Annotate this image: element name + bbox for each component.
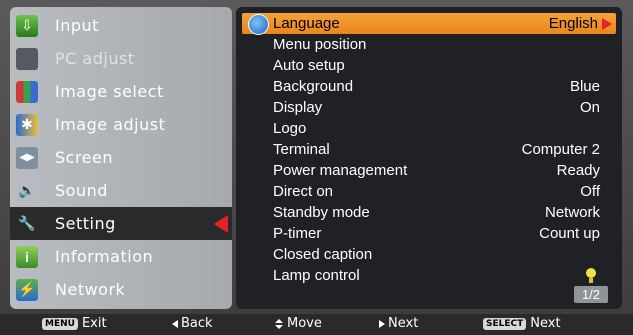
select-next-hint: SELECT Next	[483, 316, 561, 331]
setting-value: On	[579, 99, 600, 116]
menu-item-label: Setting	[55, 214, 116, 233]
setting-row-closed-caption[interactable]: Closed caption	[236, 244, 622, 265]
pc-adjust-icon	[16, 47, 38, 70]
category-menu: ⇩ Input PC adjust Image select ✱ Image a…	[10, 7, 232, 309]
setting-name: Background	[273, 78, 354, 95]
network-icon: ⚡	[16, 278, 38, 301]
back-hint: Back	[172, 316, 213, 331]
setting-name: Standby mode	[273, 204, 370, 221]
settings-panel: Language English Menu position Auto setu…	[236, 7, 622, 309]
setting-row-background[interactable]: Background Blue	[236, 76, 622, 97]
key-guide-bar: MENU Exit Back Move Next SELECT Next	[0, 314, 633, 335]
image-select-icon	[16, 80, 38, 103]
arrow-right-icon	[602, 18, 612, 30]
arrow-right-icon	[379, 319, 385, 328]
setting-value: Network	[544, 204, 600, 221]
menu-item-label: Screen	[55, 148, 114, 167]
setting-row-logo[interactable]: Logo	[236, 118, 622, 139]
setting-name: Lamp control	[273, 267, 360, 284]
menu-item-label: Network	[55, 280, 126, 299]
setting-row-language[interactable]: Language English	[242, 13, 616, 35]
move-label: Move	[287, 316, 322, 331]
setting-value: Off	[580, 183, 600, 200]
setting-row-terminal[interactable]: Terminal Computer 2	[236, 139, 622, 160]
menu-item-information[interactable]: i Information	[10, 240, 232, 273]
menu-item-label: Sound	[55, 181, 108, 200]
setting-row-menu-position[interactable]: Menu position	[236, 34, 622, 55]
menu-item-sound[interactable]: 🔊 Sound	[10, 174, 232, 207]
setting-value: Count up	[539, 225, 600, 242]
back-label: Back	[181, 316, 213, 331]
selection-arrow-icon	[214, 215, 228, 233]
menu-item-label: Image adjust	[55, 115, 166, 134]
setting-icon: 🔧	[18, 215, 36, 231]
menu-item-image-adjust[interactable]: ✱ Image adjust	[10, 108, 232, 141]
image-adjust-icon: ✱	[16, 113, 38, 136]
setting-row-p-timer[interactable]: P-timer Count up	[236, 223, 622, 244]
setting-name: Logo	[273, 120, 307, 137]
setting-name: Menu position	[273, 36, 367, 53]
menu-item-label: Input	[55, 16, 99, 35]
select-next-label: Next	[530, 316, 561, 331]
setting-name: Language	[273, 15, 340, 32]
exit-label: Exit	[81, 316, 107, 331]
osd-menu: ⇩ Input PC adjust Image select ✱ Image a…	[0, 0, 633, 335]
setting-value: Blue	[569, 78, 600, 95]
menu-item-image-select[interactable]: Image select	[10, 75, 232, 108]
setting-name: Terminal	[273, 141, 330, 158]
input-icon: ⇩	[16, 14, 38, 37]
information-icon: i	[16, 245, 38, 268]
select-key-icon: SELECT	[483, 317, 527, 330]
setting-name: Auto setup	[273, 57, 345, 74]
page-indicator: 1/2	[574, 286, 608, 303]
menu-item-screen[interactable]: ◀▶ Screen	[10, 141, 232, 174]
setting-row-power-management[interactable]: Power management Ready	[236, 160, 622, 181]
setting-name: Power management	[273, 162, 408, 179]
move-hint: Move	[275, 316, 322, 331]
setting-row-display[interactable]: Display On	[236, 97, 622, 118]
setting-name: Direct on	[273, 183, 334, 200]
setting-value: Computer 2	[521, 141, 600, 158]
menu-item-setting[interactable]: 🔧 Setting	[10, 207, 232, 240]
menu-key-icon: MENU	[42, 317, 78, 330]
arrow-left-icon	[172, 319, 178, 328]
menu-item-input[interactable]: ⇩ Input	[10, 9, 232, 42]
sound-icon: 🔊	[18, 182, 36, 198]
setting-value: Ready	[556, 162, 600, 179]
screen-icon: ◀▶	[16, 146, 38, 169]
menu-item-label: PC adjust	[55, 49, 135, 68]
setting-row-auto-setup[interactable]: Auto setup	[236, 55, 622, 76]
next-hint: Next	[379, 316, 418, 331]
next-label: Next	[388, 316, 419, 331]
menu-item-network[interactable]: ⚡ Network	[10, 273, 232, 306]
menu-item-pc-adjust[interactable]: PC adjust	[10, 42, 232, 75]
setting-name: P-timer	[273, 225, 322, 242]
setting-name: Closed caption	[273, 246, 373, 263]
setting-row-direct-on[interactable]: Direct on Off	[236, 181, 622, 202]
setting-name: Display	[273, 99, 323, 116]
menu-item-label: Information	[55, 247, 154, 266]
exit-hint: MENU Exit	[42, 316, 107, 331]
menu-item-label: Image select	[55, 82, 164, 101]
setting-row-lamp-control[interactable]: Lamp control	[236, 265, 622, 286]
setting-value: English	[548, 15, 598, 32]
lamp-bulb-icon	[586, 268, 596, 283]
setting-row-standby-mode[interactable]: Standby mode Network	[236, 202, 622, 223]
arrow-up-down-icon	[275, 318, 283, 329]
globe-icon	[248, 14, 269, 35]
